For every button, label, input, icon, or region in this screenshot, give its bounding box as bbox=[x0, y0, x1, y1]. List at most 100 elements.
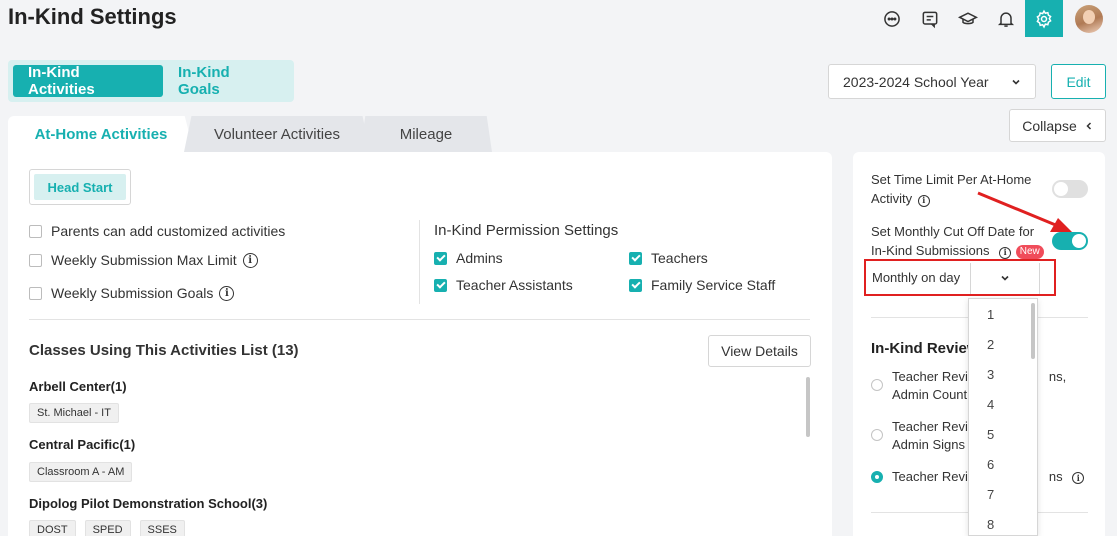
class-tags: St. Michael - IT bbox=[29, 403, 119, 423]
checkbox[interactable] bbox=[29, 224, 42, 238]
day-option[interactable]: 4 bbox=[969, 389, 1037, 419]
collapse-button[interactable]: Collapse bbox=[1009, 109, 1106, 142]
chevron-down-icon bbox=[1000, 270, 1010, 288]
header-toolbar bbox=[873, 0, 1117, 37]
tab-label: Volunteer Activities bbox=[214, 125, 340, 143]
review-radio[interactable] bbox=[871, 429, 883, 441]
class-tag: DOST bbox=[29, 520, 76, 536]
checkbox-checked[interactable] bbox=[434, 251, 447, 265]
option-weekly-goals[interactable]: Weekly Submission Goals i bbox=[29, 285, 235, 301]
info-icon[interactable]: i bbox=[999, 246, 1012, 259]
class-tag: SSES bbox=[139, 520, 185, 536]
day-select[interactable] bbox=[970, 263, 1040, 294]
activities-panel: Head Start Parents can add customized ac… bbox=[8, 152, 832, 536]
center-name: Arbell Center(1) bbox=[29, 379, 127, 394]
info-icon[interactable]: i bbox=[917, 194, 930, 207]
cutoff-text-line1: Set Monthly Cut Off Date for bbox=[871, 224, 1035, 239]
class-tag: Classroom A - AM bbox=[29, 462, 133, 482]
review-option-text-line2: Admin Signs bbox=[892, 437, 965, 452]
receipt-icon[interactable] bbox=[911, 0, 949, 37]
permission-admins[interactable]: Admins bbox=[434, 250, 503, 266]
review-option-label: Teacher Revi Admin Signs bbox=[892, 418, 968, 454]
day-option[interactable]: 5 bbox=[969, 419, 1037, 449]
checkbox-checked[interactable] bbox=[434, 278, 447, 292]
edit-button[interactable]: Edit bbox=[1051, 64, 1106, 99]
day-option[interactable]: 7 bbox=[969, 479, 1037, 509]
info-icon[interactable]: i bbox=[242, 252, 258, 268]
program-chip[interactable]: Head Start bbox=[29, 169, 131, 205]
divider bbox=[29, 319, 810, 320]
info-icon[interactable]: i bbox=[1072, 472, 1085, 484]
permission-label: Teacher Assistants bbox=[456, 277, 573, 293]
page-title: In-Kind Settings bbox=[8, 4, 177, 29]
day-option[interactable]: 8 bbox=[969, 509, 1037, 535]
time-limit-text: Set Time Limit Per At-Home Activity bbox=[871, 172, 1032, 206]
permission-settings-title: In-Kind Permission Settings bbox=[434, 222, 619, 239]
chevron-down-icon bbox=[1011, 74, 1021, 90]
class-tag: SPED bbox=[84, 520, 131, 536]
permission-label: Admins bbox=[456, 250, 503, 266]
permission-teacher-assistants[interactable]: Teacher Assistants bbox=[434, 277, 573, 293]
option-label: Parents can add customized activities bbox=[51, 223, 286, 239]
school-year-select[interactable]: 2023-2024 School Year bbox=[828, 64, 1036, 99]
time-limit-label: Set Time Limit Per At-Home Activity i bbox=[871, 170, 1041, 208]
checkbox-checked[interactable] bbox=[629, 251, 642, 265]
day-option[interactable]: 6 bbox=[969, 449, 1037, 479]
chevron-left-icon bbox=[1085, 118, 1093, 134]
class-tags: Classroom A - AM bbox=[29, 462, 133, 482]
time-limit-toggle[interactable] bbox=[1052, 180, 1088, 198]
tab-in-kind-activities[interactable]: In-Kind Activities bbox=[13, 64, 164, 98]
classes-title: Classes Using This Activities List (13) bbox=[29, 342, 299, 359]
option-weekly-max-limit[interactable]: Weekly Submission Max Limit i bbox=[29, 252, 258, 268]
main-tabs: In-Kind Activities In-Kind Goals bbox=[8, 60, 294, 102]
checkbox[interactable] bbox=[29, 286, 42, 300]
tab-label: At-Home Activities bbox=[34, 125, 168, 143]
tab-in-kind-goals[interactable]: In-Kind Goals bbox=[163, 64, 289, 98]
dropdown-scrollbar[interactable] bbox=[1031, 303, 1035, 359]
review-option-text-end: ns, bbox=[1048, 369, 1067, 384]
review-option-text-end: ns bbox=[1048, 469, 1063, 484]
bell-icon[interactable] bbox=[987, 0, 1025, 37]
tab-volunteer-activities[interactable]: Volunteer Activities bbox=[184, 116, 370, 152]
option-label: Weekly Submission Max Limit bbox=[51, 252, 237, 268]
info-icon[interactable]: i bbox=[219, 285, 235, 301]
cutoff-text-line2: In-Kind Submissions bbox=[871, 243, 990, 258]
monthly-cutoff-selector: Monthly on day bbox=[864, 259, 1056, 296]
school-year-value: 2023-2024 School Year bbox=[843, 73, 989, 90]
permission-teachers[interactable]: Teachers bbox=[629, 250, 708, 266]
program-label: Head Start bbox=[34, 174, 126, 200]
view-details-button[interactable]: View Details bbox=[708, 335, 811, 367]
tab-mileage[interactable]: Mileage bbox=[360, 116, 492, 152]
tab-at-home-activities[interactable]: At-Home Activities bbox=[8, 116, 194, 152]
chat-icon[interactable] bbox=[873, 0, 911, 37]
review-radio[interactable] bbox=[871, 379, 883, 391]
tab-label: Mileage bbox=[399, 125, 453, 143]
day-option[interactable]: 1 bbox=[969, 299, 1037, 329]
class-tags: DOST SPED SSES bbox=[29, 520, 185, 536]
day-option[interactable]: 3 bbox=[969, 359, 1037, 389]
gear-icon[interactable] bbox=[1025, 0, 1063, 37]
monthly-on-day-label: Monthly on day bbox=[872, 270, 961, 285]
cutoff-toggle[interactable] bbox=[1052, 232, 1088, 250]
permission-family-service-staff[interactable]: Family Service Staff bbox=[629, 277, 775, 293]
new-badge: New bbox=[1015, 244, 1044, 259]
checkbox-checked[interactable] bbox=[629, 278, 642, 292]
day-dropdown: 1 2 3 4 5 6 7 8 bbox=[968, 298, 1038, 536]
cutoff-label: Set Monthly Cut Off Date for In-Kind Sub… bbox=[871, 222, 1061, 260]
review-option-text: Teacher Revi bbox=[892, 469, 968, 484]
option-customized-activities[interactable]: Parents can add customized activities bbox=[29, 223, 285, 239]
permission-label: Family Service Staff bbox=[651, 277, 776, 293]
review-option-text: Teacher Revi bbox=[892, 369, 968, 384]
center-name: Central Pacific(1) bbox=[29, 437, 136, 452]
scrollbar[interactable] bbox=[806, 377, 810, 437]
graduation-cap-icon[interactable] bbox=[949, 0, 987, 37]
option-label: Weekly Submission Goals bbox=[51, 285, 214, 301]
review-radio-selected[interactable] bbox=[871, 471, 883, 483]
collapse-label: Collapse bbox=[1022, 117, 1077, 134]
day-option[interactable]: 2 bbox=[969, 329, 1037, 359]
avatar[interactable] bbox=[1075, 4, 1103, 33]
checkbox[interactable] bbox=[29, 253, 42, 267]
permission-label: Teachers bbox=[651, 250, 708, 266]
review-title: In-Kind Review bbox=[871, 340, 979, 357]
review-option-text: Teacher Revi bbox=[892, 419, 968, 434]
